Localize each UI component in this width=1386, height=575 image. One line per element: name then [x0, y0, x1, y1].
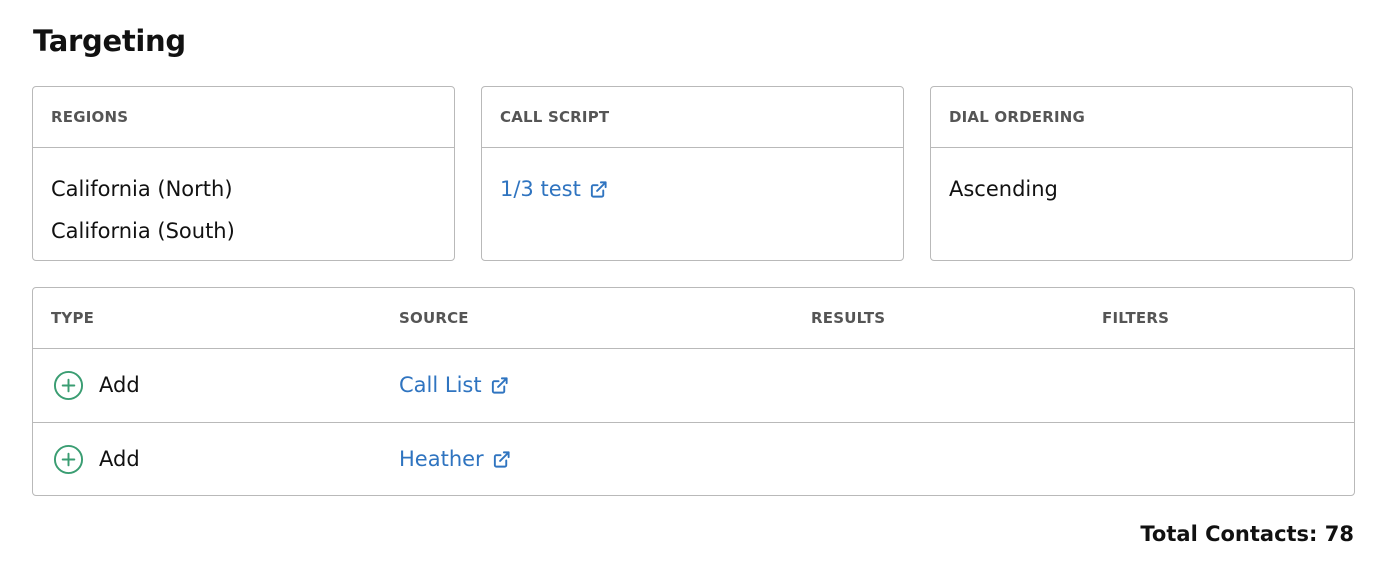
type-cell: Add — [53, 423, 140, 495]
targeting-page: Targeting REGIONS California (North) Cal… — [0, 0, 1386, 575]
dial-ordering-card-header: DIAL ORDERING — [931, 87, 1352, 148]
call-script-card-body: 1/3 test — [482, 148, 903, 210]
column-header-type: TYPE — [51, 309, 95, 327]
column-header-results: RESULTS — [811, 309, 886, 327]
call-script-card-header: CALL SCRIPT — [482, 87, 903, 148]
page-title: Targeting — [33, 24, 186, 58]
call-script-link[interactable]: 1/3 test — [500, 168, 608, 210]
dial-ordering-card-body: Ascending — [931, 148, 1352, 210]
regions-card-body: California (North) California (South) — [33, 148, 454, 252]
call-script-line: 1/3 test — [500, 168, 885, 210]
source-link-label: Heather — [399, 447, 484, 471]
region-item: California (North) — [51, 177, 233, 201]
column-header-source: SOURCE — [399, 309, 469, 327]
plus-circle-icon — [53, 444, 84, 474]
table-row: Add Call List — [33, 349, 1354, 422]
external-link-icon — [493, 450, 510, 468]
type-label: Add — [99, 447, 140, 471]
external-link-icon — [491, 376, 508, 394]
region-item: California (South) — [51, 219, 235, 243]
regions-card-header: REGIONS — [33, 87, 454, 148]
type-label: Add — [99, 373, 140, 397]
source-link-label: Call List — [399, 373, 482, 397]
source-cell: Heather — [399, 423, 511, 495]
dial-ordering-card: DIAL ORDERING Ascending — [930, 86, 1353, 261]
source-link-heather[interactable]: Heather — [399, 447, 511, 471]
plus-circle-icon — [53, 370, 84, 400]
table-header-row: TYPE SOURCE RESULTS FILTERS — [33, 288, 1354, 349]
source-cell: Call List — [399, 349, 509, 421]
column-header-filters: FILTERS — [1102, 309, 1170, 327]
call-script-card: CALL SCRIPT 1/3 test — [481, 86, 904, 261]
total-contacts: Total Contacts: 78 — [1140, 522, 1354, 546]
table-row: Add Heather — [33, 422, 1354, 495]
source-link-call-list[interactable]: Call List — [399, 373, 509, 397]
external-link-icon — [590, 180, 607, 198]
dial-ordering-value: Ascending — [949, 177, 1058, 201]
regions-card: REGIONS California (North) California (S… — [32, 86, 455, 261]
type-cell: Add — [53, 349, 140, 421]
sources-table: TYPE SOURCE RESULTS FILTERS Add Call Lis… — [32, 287, 1355, 496]
call-script-link-label: 1/3 test — [500, 177, 581, 201]
